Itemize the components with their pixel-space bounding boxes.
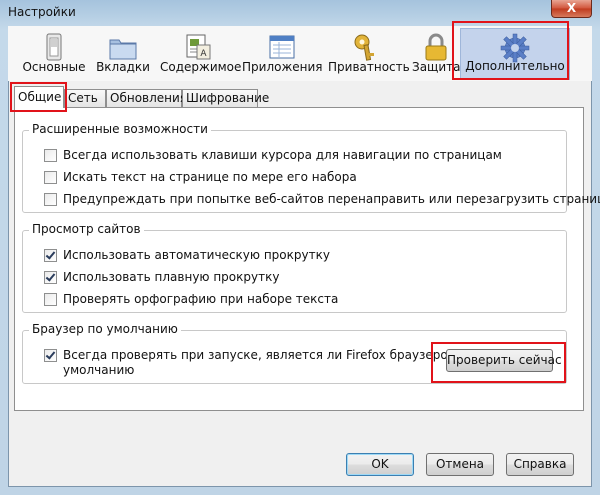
checkbox-label-smooth-scroll: Использовать плавную прокрутку: [63, 270, 280, 284]
checkbox-label-check-default: Всегда проверять при запуске, является л…: [63, 348, 476, 378]
tab-general[interactable]: Общие: [14, 86, 64, 108]
light-switch-icon: [46, 33, 62, 61]
pane-general[interactable]: Основные: [22, 28, 86, 80]
settings-window: Настройки X Основные Вкладки A Содержимо…: [0, 0, 600, 495]
pane-applications[interactable]: Приложения: [242, 28, 323, 80]
ok-button[interactable]: OK: [346, 453, 414, 476]
checkbox-find-as-type[interactable]: [44, 171, 57, 184]
highlight-check-now: [431, 342, 566, 383]
cancel-button[interactable]: Отмена: [426, 453, 494, 476]
window-title: Настройки: [8, 5, 76, 19]
checkbox-label-check-default-line1: Всегда проверять при запуске, является л…: [63, 348, 476, 362]
close-icon: X: [566, 1, 577, 15]
pane-label-general: Основные: [22, 60, 86, 74]
pane-tabs[interactable]: Вкладки: [92, 28, 154, 80]
help-button[interactable]: Справка: [506, 453, 574, 476]
checkbox-autoscroll[interactable]: [44, 249, 57, 262]
group-title-accessibility: Расширенные возможности: [29, 122, 211, 136]
checkbox-label-cursor-keys: Всегда использовать клавиши курсора для …: [63, 148, 502, 162]
group-browsing: Просмотр сайтов Использовать автоматичес…: [22, 222, 567, 313]
checkbox-label-find-as-type: Искать текст на странице по мере его наб…: [63, 170, 357, 184]
pane-label-privacy: Приватность: [328, 60, 410, 74]
checkbox-label-autoscroll: Использовать автоматическую прокрутку: [63, 248, 330, 262]
tab-encryption[interactable]: Шифрование: [182, 89, 269, 107]
key-icon: [354, 34, 374, 61]
highlight-advanced-pane: [452, 21, 569, 80]
checkbox-smooth-scroll[interactable]: [44, 271, 57, 284]
checkbox-spellcheck[interactable]: [44, 293, 57, 306]
content-page-icon: A: [186, 34, 211, 60]
svg-text:A: A: [200, 49, 207, 59]
pane-content[interactable]: A Содержимое: [160, 28, 242, 80]
pane-privacy[interactable]: Приватность: [328, 28, 410, 80]
group-accessibility: Расширенные возможности Всегда использов…: [22, 122, 600, 213]
group-title-default-browser: Браузер по умолчанию: [29, 322, 181, 336]
pane-label-tabs: Вкладки: [96, 60, 150, 74]
checkbox-warn-redirect[interactable]: [44, 193, 57, 206]
tab-network[interactable]: Сеть: [64, 89, 106, 107]
checkbox-check-default[interactable]: [44, 349, 57, 362]
checkbox-label-check-default-line2: умолчанию: [63, 363, 135, 377]
folder-tabs-icon: [109, 39, 137, 60]
group-title-browsing: Просмотр сайтов: [29, 222, 144, 236]
pane-label-applications: Приложения: [242, 60, 323, 74]
padlock-icon: [425, 33, 447, 61]
applications-window-icon: [269, 35, 295, 59]
close-button[interactable]: X: [551, 0, 592, 18]
tab-updates[interactable]: Обновления: [106, 89, 187, 107]
checkbox-label-warn-redirect: Предупреждать при попытке веб-сайтов пер…: [63, 192, 600, 206]
checkbox-label-spellcheck: Проверять орфографию при наборе текста: [63, 292, 339, 306]
checkbox-cursor-keys[interactable]: [44, 149, 57, 162]
pane-label-content: Содержимое: [160, 60, 242, 74]
